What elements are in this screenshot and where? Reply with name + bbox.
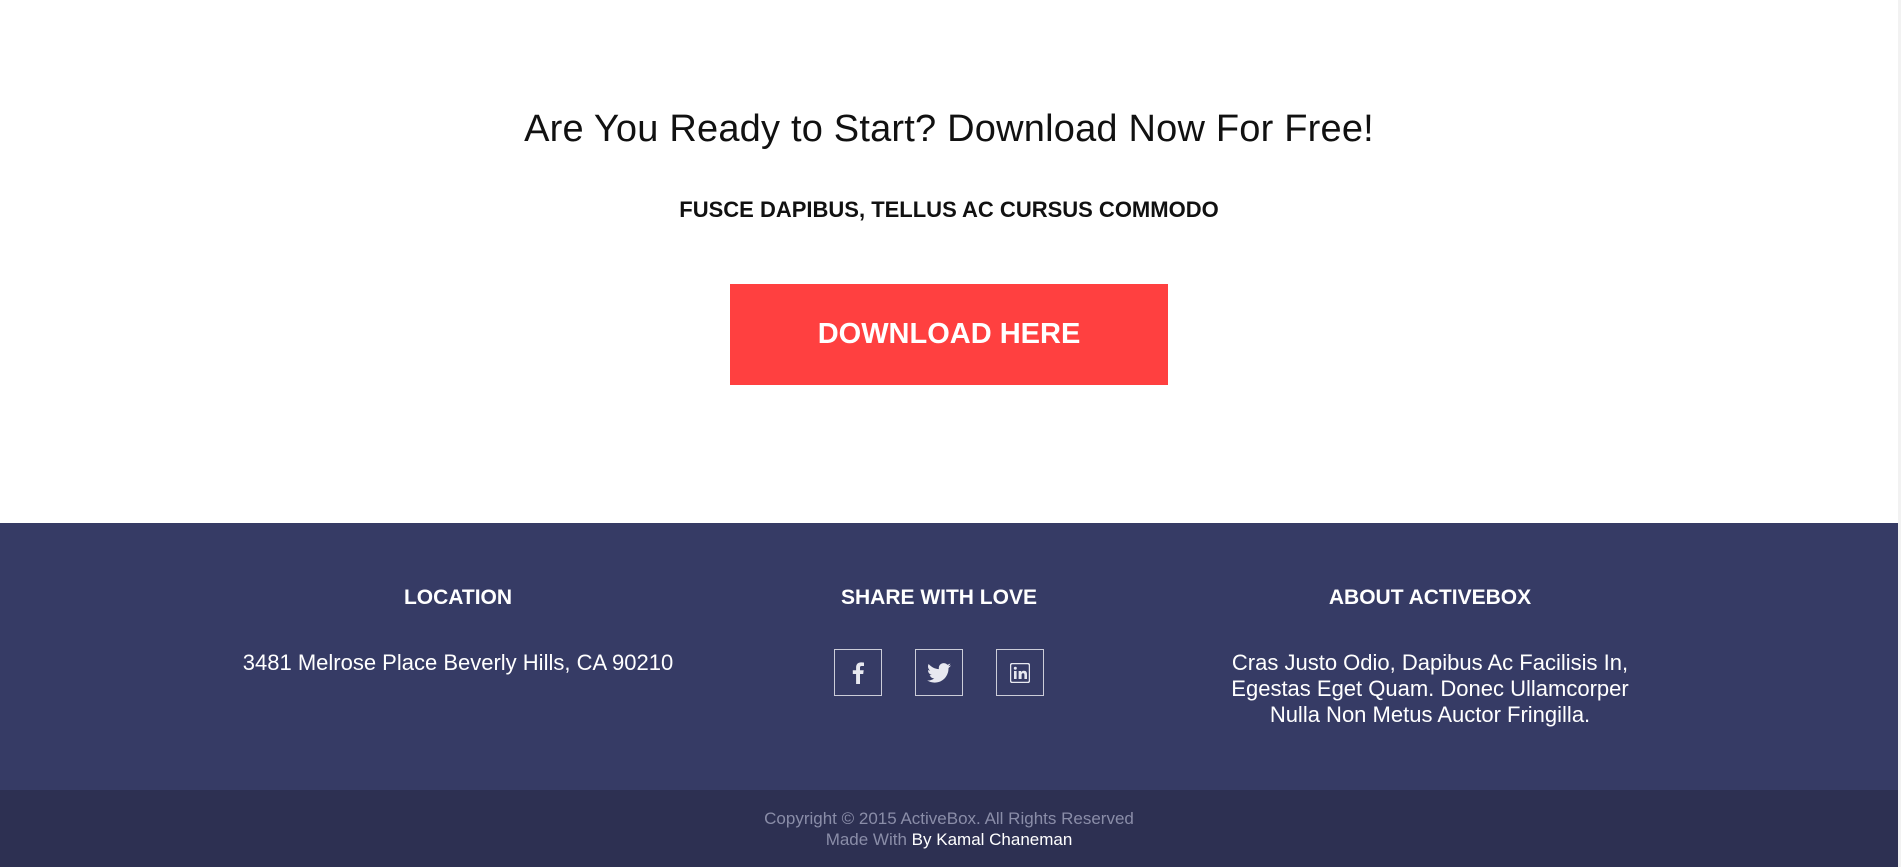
made-with-line: Made With By Kamal Chaneman: [0, 829, 1898, 850]
linkedin-icon: [1010, 662, 1030, 683]
cta-title: Are You Ready to Start? Download Now For…: [524, 108, 1374, 150]
made-with-label: Made With: [825, 830, 907, 849]
share-heading: SHARE WITH LOVE: [840, 586, 1037, 609]
cta-section: Are You Ready to Start? Download Now For…: [0, 0, 1898, 523]
author-link[interactable]: By Kamal Chaneman: [912, 830, 1073, 849]
twitter-icon: [927, 662, 951, 683]
cta-subtitle: FUSCE DAPIBUS, TELLUS AC CURSUS COMMODO: [679, 197, 1219, 222]
social-links: [689, 649, 1189, 696]
page: Are You Ready to Start? Download Now For…: [0, 0, 1901, 867]
facebook-icon: [852, 661, 864, 684]
download-button[interactable]: DOWNLOAD HERE: [730, 284, 1168, 385]
about-text: Cras Justo Odio, Dapibus Ac Facilisis In…: [1231, 650, 1629, 727]
facebook-button[interactable]: [834, 649, 882, 696]
copyright-text: Copyright © 2015 ActiveBox. All Rights R…: [764, 809, 1134, 828]
linkedin-button[interactable]: [996, 649, 1044, 696]
about-heading: ABOUT ACTIVEBOX: [1328, 586, 1532, 609]
bottom-bar: Copyright © 2015 ActiveBox. All Rights R…: [0, 790, 1898, 867]
twitter-button[interactable]: [915, 649, 963, 696]
location-address: 3481 Melrose Place Beverly Hills, CA 902…: [242, 650, 674, 675]
footer: LOCATION 3481 Melrose Place Beverly Hill…: [0, 523, 1898, 790]
location-heading: LOCATION: [403, 586, 513, 609]
